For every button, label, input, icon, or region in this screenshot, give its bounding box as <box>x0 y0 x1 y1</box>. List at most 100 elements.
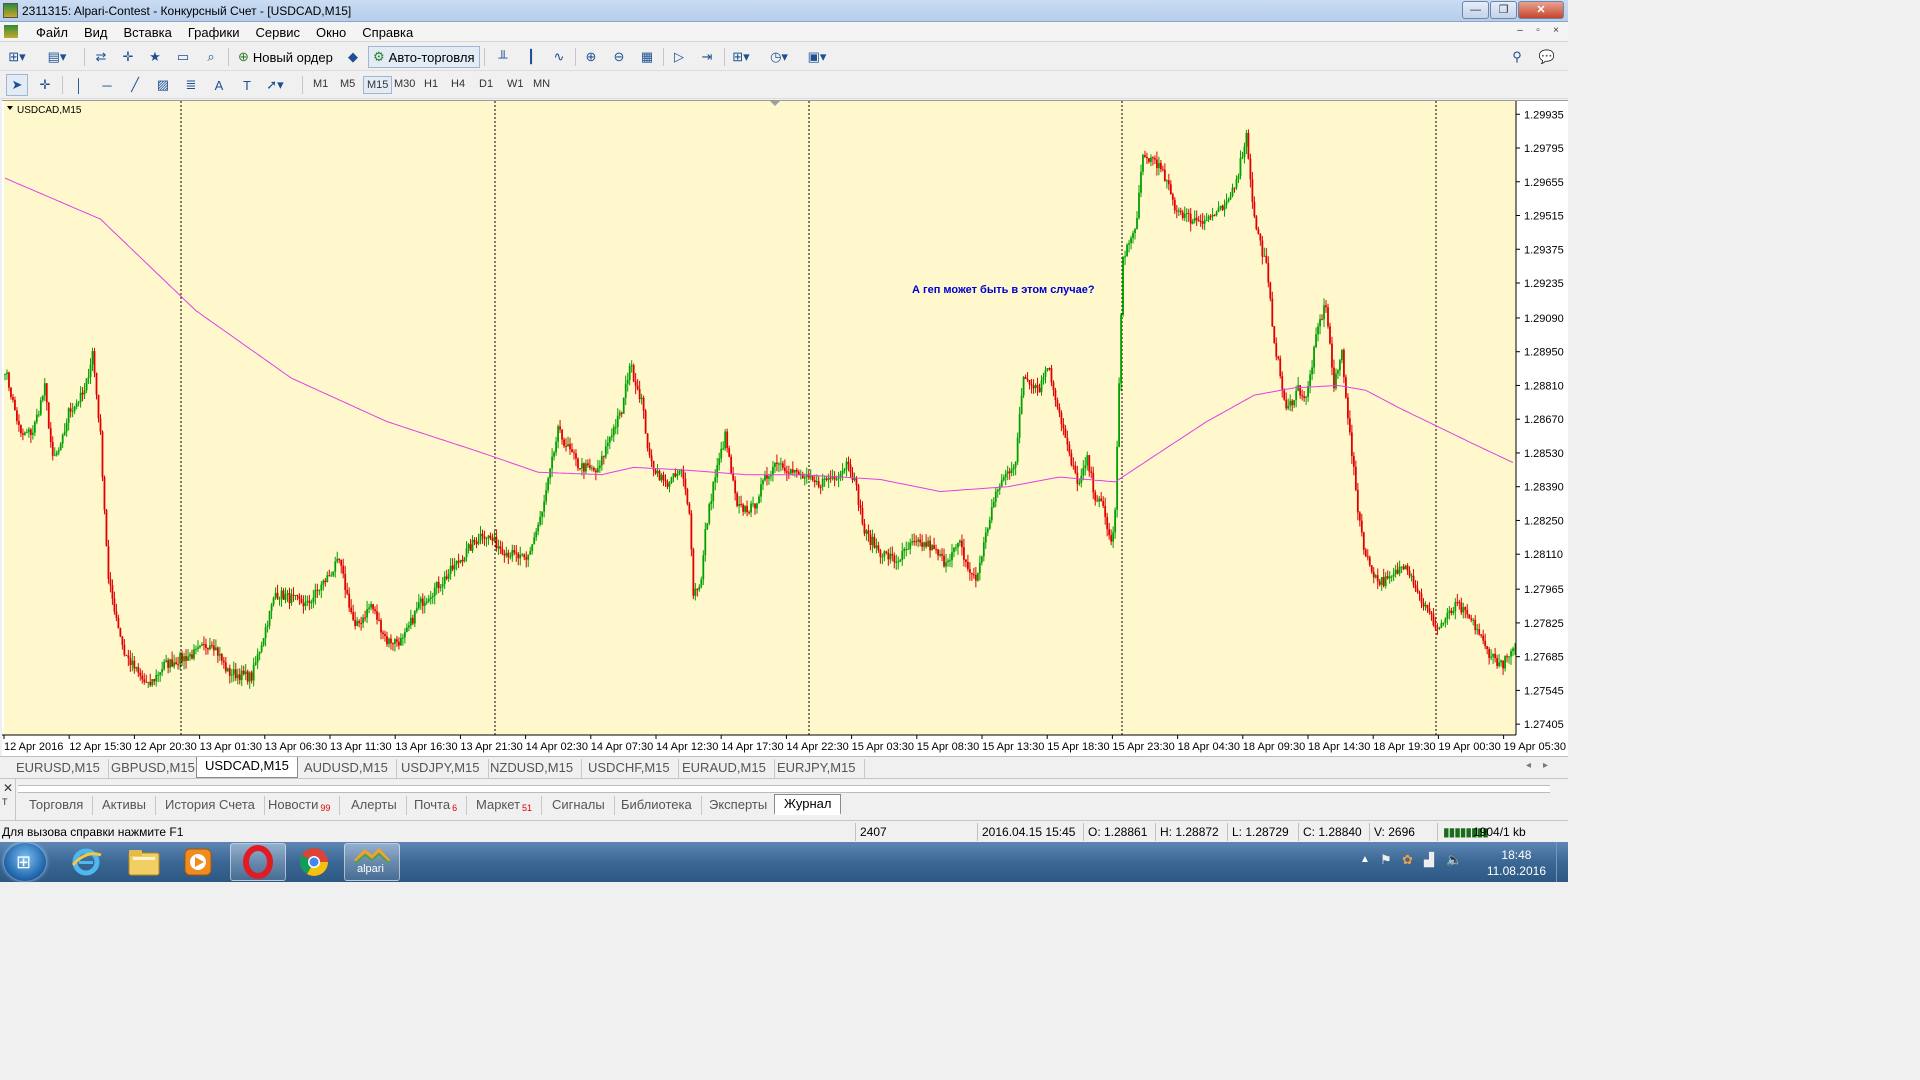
chart-close-button[interactable]: × <box>1548 24 1564 39</box>
timeframe-m15[interactable]: M15 <box>363 76 393 94</box>
menu-charts[interactable]: Графики <box>180 25 248 40</box>
trendline-icon[interactable]: ╱ <box>124 74 146 96</box>
timeframe-h1[interactable]: H1 <box>421 76 441 94</box>
chart-tab-active[interactable]: USDCAD,M15 <box>196 757 298 778</box>
timeframe-m5[interactable]: M5 <box>337 76 358 94</box>
data-window-icon[interactable]: ✛ <box>117 46 139 68</box>
terminal-tab-assets[interactable]: Активы <box>93 796 156 815</box>
arrows-icon[interactable]: ➚▾ <box>264 74 286 96</box>
chart-tab[interactable]: NZDUSD,M15 <box>482 759 583 778</box>
terminal-tab-journal[interactable]: Журнал <box>774 794 842 815</box>
zoom-in-icon[interactable]: ⊕ <box>580 46 602 68</box>
tab-scroll-arrows[interactable]: ◂▸ <box>1526 760 1560 771</box>
terminal-close-icon[interactable]: ✕ <box>3 781 13 795</box>
horizontal-line-icon[interactable]: ─ <box>96 74 118 96</box>
network-icon[interactable]: ▟ <box>1424 852 1434 868</box>
timeframe-w1[interactable]: W1 <box>504 76 527 94</box>
new-order-button[interactable]: ⊕ Новый ордер <box>234 46 337 68</box>
menu-help[interactable]: Справка <box>354 25 421 40</box>
menu-tools[interactable]: Сервис <box>248 25 309 40</box>
terminal-tab-signals[interactable]: Сигналы <box>543 796 615 815</box>
candle-body <box>1406 565 1409 571</box>
opera-icon[interactable] <box>230 843 286 881</box>
chart-tab[interactable]: EURAUD,M15 <box>674 759 775 778</box>
chart-tab[interactable]: EURJPY,M15 <box>769 759 865 778</box>
maximize-button[interactable]: ❐ <box>1490 1 1517 19</box>
candle-body <box>411 617 414 624</box>
new-chart-icon[interactable]: ⊞▾ <box>6 46 28 68</box>
timeframe-m1[interactable]: M1 <box>310 76 331 94</box>
terminal-tab-alerts[interactable]: Алерты <box>342 796 407 815</box>
chart-shift-icon[interactable]: ⇥ <box>696 46 718 68</box>
crosshair-icon[interactable]: ✛ <box>34 74 56 96</box>
time-tick-label: 14 Apr 22:30 <box>786 741 848 753</box>
autoscroll-icon[interactable]: ▷ <box>668 46 690 68</box>
bar-chart-icon[interactable]: ╨ <box>492 46 514 68</box>
chart-tab[interactable]: GBPUSD,M15 <box>103 759 204 778</box>
terminal-icon[interactable]: ▭ <box>172 46 194 68</box>
templates-icon[interactable]: ▣▾ <box>806 46 828 68</box>
indicators-icon[interactable]: ⊞▾ <box>730 46 752 68</box>
candle-body <box>963 547 965 560</box>
alpari-app[interactable]: alpari <box>344 843 400 881</box>
internet-explorer-icon[interactable] <box>58 843 114 881</box>
chat-icon[interactable]: 💬 <box>1536 46 1558 68</box>
candle-body <box>1444 618 1447 623</box>
menu-file[interactable]: Файл <box>28 25 76 40</box>
price-chart[interactable]: 1.29935 1.29795 1.29655 1.29515 1.29375 1.292… <box>2 101 1568 756</box>
menu-insert[interactable]: Вставка <box>116 25 180 40</box>
fibonacci-icon[interactable]: ≣ <box>180 74 202 96</box>
search-icon[interactable]: ⚲ <box>1506 46 1528 68</box>
zoom-out-icon[interactable]: ⊖ <box>608 46 630 68</box>
show-desktop-button[interactable] <box>1556 842 1568 882</box>
strategy-tester-icon[interactable]: ⌕ <box>200 46 222 68</box>
volume-icon[interactable]: 🔈 <box>1446 852 1462 868</box>
tray-expand-icon[interactable]: ▲ <box>1360 854 1370 865</box>
chrome-icon[interactable] <box>286 843 342 881</box>
timeframe-m30[interactable]: M30 <box>391 76 418 94</box>
profiles-icon[interactable]: ▤▾ <box>46 46 68 68</box>
menu-window[interactable]: Окно <box>308 25 354 40</box>
auto-trading-button[interactable]: ⚙ Авто-торговля <box>368 46 480 68</box>
vertical-line-icon[interactable]: │ <box>68 74 90 96</box>
file-explorer-icon[interactable] <box>116 843 172 881</box>
chart-tab[interactable]: USDJPY,M15 <box>393 759 489 778</box>
candle-body <box>378 619 380 621</box>
text-icon[interactable]: A <box>208 74 230 96</box>
cursor-icon[interactable]: ➤ <box>6 74 28 96</box>
text-label-icon[interactable]: T <box>236 74 258 96</box>
terminal-tab-mailbox[interactable]: Почта 6 <box>405 796 468 815</box>
timeframe-h4[interactable]: H4 <box>448 76 468 94</box>
tray-app-icon[interactable]: ✿ <box>1402 852 1413 868</box>
navigator-icon[interactable]: ★ <box>144 46 166 68</box>
tile-windows-icon[interactable]: ▦ <box>636 46 658 68</box>
clock[interactable]: 18:48 11.08.2016 <box>1487 847 1546 879</box>
candlestick-chart-icon[interactable]: ┃ <box>520 46 542 68</box>
terminal-tab-trade[interactable]: Торговля <box>20 796 94 815</box>
equidistant-channel-icon[interactable]: ▨ <box>152 74 174 96</box>
chart-restore-button[interactable]: ▫ <box>1530 24 1546 39</box>
chart-tab[interactable]: EURUSD,M15 <box>8 759 109 778</box>
windows-start-icon[interactable]: ⊞ <box>4 843 46 881</box>
timeframe-d1[interactable]: D1 <box>476 76 496 94</box>
minimize-button[interactable]: — <box>1462 1 1489 19</box>
chart-tab[interactable]: USDCHF,M15 <box>580 759 679 778</box>
terminal-tab-history[interactable]: История Счета <box>156 796 265 815</box>
chart-window-icon[interactable] <box>4 25 18 38</box>
chart-tab[interactable]: AUDUSD,M15 <box>296 759 397 778</box>
periods-icon[interactable]: ◷▾ <box>768 46 790 68</box>
terminal-tab-library[interactable]: Библиотека <box>612 796 702 815</box>
chart-minimize-button[interactable]: – <box>1512 24 1528 39</box>
market-watch-icon[interactable]: ⇄ <box>90 46 112 68</box>
terminal-tab-experts[interactable]: Эксперты <box>700 796 778 815</box>
media-player-icon[interactable] <box>170 843 226 881</box>
terminal-tab-news[interactable]: Новости 99 <box>259 796 341 815</box>
candle-body <box>1362 532 1365 550</box>
close-button[interactable]: ✕ <box>1518 1 1564 19</box>
terminal-tab-market[interactable]: Маркет 51 <box>467 796 543 815</box>
tray-flag-icon[interactable]: ⚑ <box>1380 852 1392 868</box>
line-chart-icon[interactable]: ∿ <box>548 46 570 68</box>
timeframe-mn[interactable]: MN <box>530 76 553 94</box>
menu-view[interactable]: Вид <box>76 25 116 40</box>
metaeditor-icon[interactable]: ◆ <box>342 46 364 68</box>
